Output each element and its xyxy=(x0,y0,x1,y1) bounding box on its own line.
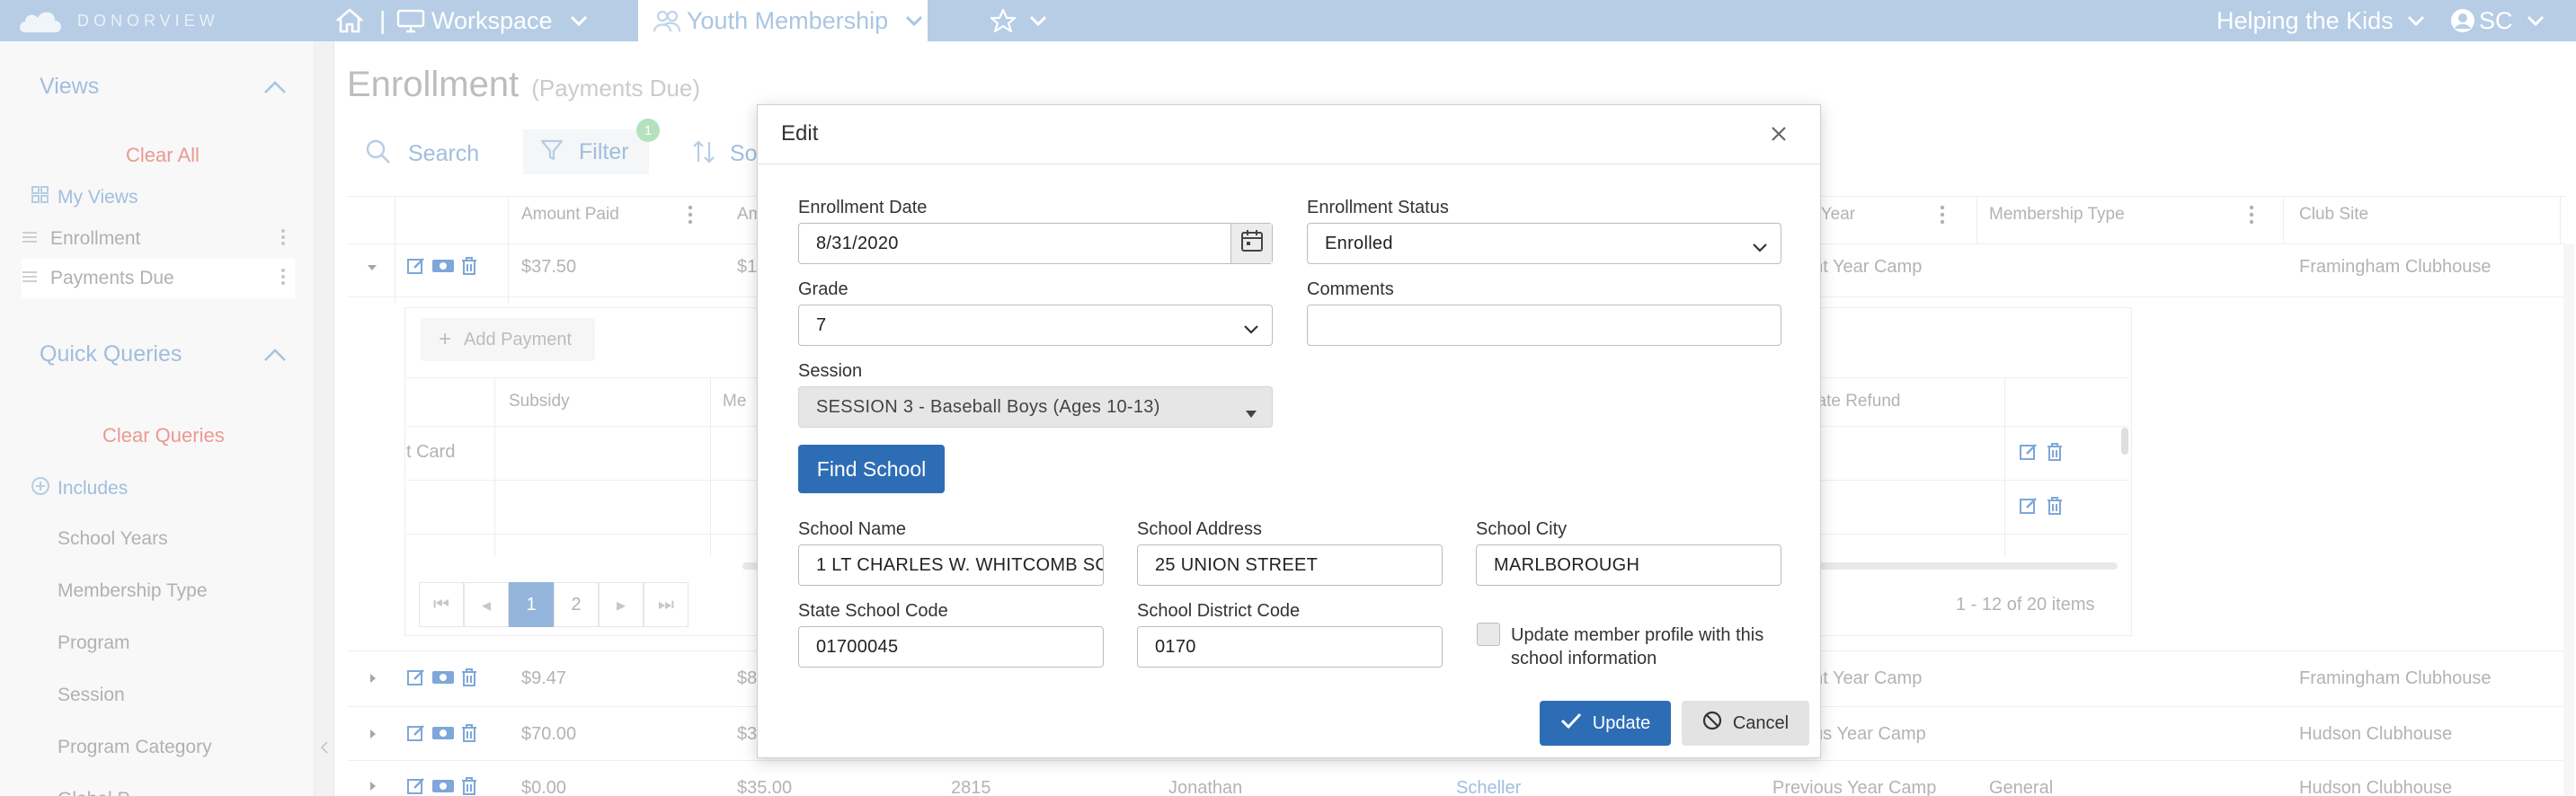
chevron-down-icon xyxy=(1243,320,1259,341)
comments-label: Comments xyxy=(1307,279,1394,299)
state-code-value: 01700045 xyxy=(816,636,899,657)
caret-down-icon xyxy=(1245,403,1257,424)
calendar-button[interactable] xyxy=(1230,224,1272,263)
chevron-down-icon xyxy=(1752,238,1768,259)
school-city-field[interactable]: MARLBOROUGH xyxy=(1476,544,1781,586)
district-code-value: 0170 xyxy=(1155,636,1196,657)
state-code-field[interactable]: 01700045 xyxy=(798,626,1104,668)
district-code-label: School District Code xyxy=(1137,601,1301,621)
calendar-icon xyxy=(1240,229,1264,258)
grade-label: Grade xyxy=(798,279,848,299)
enrollment-date-value: 8/31/2020 xyxy=(816,233,899,253)
ban-icon xyxy=(1702,711,1722,736)
enrollment-status-select[interactable]: Enrolled xyxy=(1307,223,1781,264)
close-icon[interactable] xyxy=(1768,123,1790,149)
enrollment-status-value: Enrolled xyxy=(1325,233,1393,253)
session-select[interactable]: SESSION 3 - Baseball Boys (Ages 10-13) xyxy=(798,386,1273,428)
school-city-label: School City xyxy=(1476,519,1568,539)
find-school-button[interactable]: Find School xyxy=(798,445,945,493)
state-code-label: State School Code xyxy=(798,601,948,621)
session-label: Session xyxy=(798,361,863,381)
update-button[interactable]: Update xyxy=(1540,701,1671,746)
dialog-header: Edit xyxy=(758,105,1820,164)
comments-field[interactable] xyxy=(1307,305,1781,346)
school-address-label: School Address xyxy=(1137,519,1262,539)
enrollment-status-label: Enrollment Status xyxy=(1307,198,1449,217)
school-address-value: 25 UNION STREET xyxy=(1155,554,1319,575)
school-address-field[interactable]: 25 UNION STREET xyxy=(1137,544,1443,586)
edit-dialog: Edit Enrollment Date 8/31/2020 Enrollmen… xyxy=(757,104,1821,758)
cancel-button[interactable]: Cancel xyxy=(1682,701,1809,746)
enrollment-date-field[interactable]: 8/31/2020 xyxy=(798,223,1273,264)
school-name-value: 1 LT CHARLES W. WHITCOMB SC xyxy=(816,554,1104,575)
district-code-field[interactable]: 0170 xyxy=(1137,626,1443,668)
update-label: Update xyxy=(1592,712,1651,733)
cancel-label: Cancel xyxy=(1732,712,1790,733)
session-value: SESSION 3 - Baseball Boys (Ages 10-13) xyxy=(816,396,1160,417)
check-icon xyxy=(1560,712,1582,735)
update-profile-label[interactable]: Update member profile with this school i… xyxy=(1511,624,1790,670)
dialog-title: Edit xyxy=(781,121,819,146)
grade-value: 7 xyxy=(816,314,827,335)
school-name-label: School Name xyxy=(798,519,907,539)
update-profile-checkbox[interactable] xyxy=(1477,623,1500,646)
school-name-field[interactable]: 1 LT CHARLES W. WHITCOMB SC xyxy=(798,544,1104,586)
enrollment-date-label: Enrollment Date xyxy=(798,198,928,217)
grade-select[interactable]: 7 xyxy=(798,305,1273,346)
school-city-value: MARLBOROUGH xyxy=(1494,554,1640,575)
